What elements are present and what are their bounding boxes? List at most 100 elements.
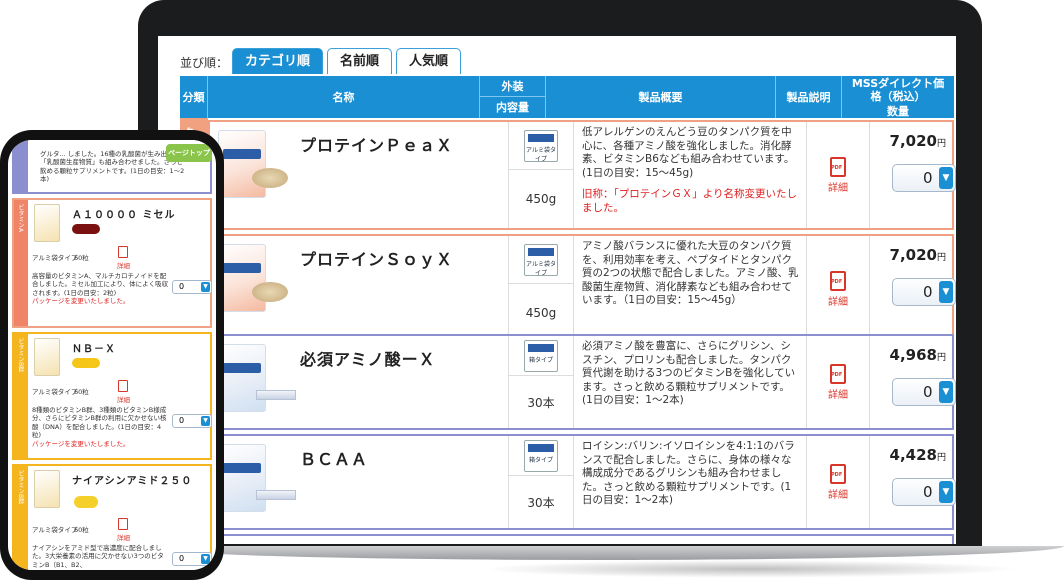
header-price: MSSダイレクト価格（税込） 数量 xyxy=(842,76,954,118)
phone-product-description: 高容量のビタミンA、マルチカロチノイドを配合しました。ミセル加工により、体によく… xyxy=(32,272,169,306)
product-name[interactable]: プロテインＰｅａＸ xyxy=(300,132,453,156)
phone-product-item: ビタミンB群 ＮＢ－Ｘ アルミ袋タイプ 60粒 詳細 8種類のビタミンB群、3種… xyxy=(12,332,212,460)
chevron-down-icon: ▼ xyxy=(201,282,210,292)
quantity-value: 0 xyxy=(923,283,933,301)
chevron-down-icon: ▼ xyxy=(939,281,953,303)
phone-product-name[interactable]: ナイアシンアミド２５０ xyxy=(72,472,192,487)
content-amount: 30本 xyxy=(527,495,555,510)
detail-label: 詳細 xyxy=(828,389,848,401)
pdf-icon[interactable] xyxy=(118,518,128,530)
table-header: 分類 名称 外装 内容量 製品概要 製品説明 MSSダイレクト価格（税込） 数量 xyxy=(180,76,954,118)
phone-package-type: アルミ袋タイプ xyxy=(32,254,78,262)
detail-label: 詳細 xyxy=(828,296,848,308)
product-box-image xyxy=(218,344,266,412)
detail-link[interactable]: 詳細 xyxy=(806,236,870,342)
phone-content-amount: 60粒 xyxy=(74,254,89,262)
quantity-select[interactable]: 0 ▼ xyxy=(892,378,956,406)
product-price: 7,020円 xyxy=(889,246,946,264)
box-icon: 箱タイプ xyxy=(524,439,558,472)
capsule-image xyxy=(72,224,100,234)
product-price: 4,428円 xyxy=(889,446,946,464)
aluminum-bag-icon: アルミ袋タイプ xyxy=(524,129,558,163)
header-quantity-label: 数量 xyxy=(887,104,909,118)
pdf-icon[interactable] xyxy=(118,246,128,258)
pdf-icon xyxy=(830,463,846,484)
phone-package-type: アルミ袋タイプ xyxy=(32,388,78,396)
phone-detail-label[interactable]: 詳細 xyxy=(117,532,130,542)
product-bag-image xyxy=(218,244,266,312)
phone-product-name[interactable]: ＮＢ－Ｘ xyxy=(72,340,116,355)
product-name[interactable]: プロテインＳｏｙＸ xyxy=(300,246,453,270)
overview-note: 旧称：「プロテインＧＸ」より名称変更いたしました。 xyxy=(582,188,798,214)
phone-product-description: 8種類のビタミンB群、3種類のビタミンB様成分、さらにビタミンB群の利用に欠かせ… xyxy=(32,406,167,448)
content-amount: 450g xyxy=(525,192,557,206)
pdf-icon[interactable] xyxy=(118,380,128,392)
overview-text: 必須アミノ酸を豊富に、さらにグリシン、シスチン、プロリンも配合しました。タンパク… xyxy=(582,340,796,406)
package-cell: アルミ袋タイプ 450g xyxy=(508,122,574,228)
phone-product-image xyxy=(34,338,60,376)
phone-detail-label[interactable]: 詳細 xyxy=(117,394,130,404)
detail-link[interactable]: 詳細 xyxy=(806,122,870,228)
phone-quantity-select[interactable]: 0 ▼ xyxy=(172,280,212,294)
product-row: プロテインＰｅａＸ アルミ袋タイプ 450g 低アレルゲンのえんどう豆のタンパク… xyxy=(208,120,956,230)
product-name[interactable]: 必須アミノ酸ーＸ xyxy=(300,346,436,370)
phone-content-amount: 60粒 xyxy=(74,388,89,396)
product-row: ＢＣＡＡ 箱タイプ 30本 ロイシン:バリン:イソロイシンを4:1:1のバランス… xyxy=(208,434,956,530)
quantity-select[interactable]: 0 ▼ xyxy=(892,478,956,506)
chevron-down-icon: ▼ xyxy=(201,416,210,426)
product-price: 7,020円 xyxy=(889,132,946,150)
quantity-value: 0 xyxy=(923,383,933,401)
tab-category-order[interactable]: カテゴリ順 xyxy=(232,48,324,74)
page-top-button[interactable]: ページトップ xyxy=(166,144,212,162)
detail-link[interactable]: 詳細 xyxy=(806,336,870,428)
laptop-lid: 並び順： カテゴリ順 名前順 人気順 分類 名称 外装 内容量 製品概要 製品説… xyxy=(138,0,982,548)
quantity-select[interactable]: 0 ▼ xyxy=(892,278,956,306)
phone-product-description: ナイアシンをアミド型で高濃度に配合しました。3大栄養素の活用に欠かせない3つのビ… xyxy=(32,544,164,569)
product-overview: アミノ酸バランスに優れた大豆のタンパク質を、利用効率を考え、ペプタイドとタンパク… xyxy=(582,240,800,308)
phone-category-side: ビタミンB群 xyxy=(14,466,28,570)
product-name[interactable]: ＢＣＡＡ xyxy=(300,446,368,470)
capsule-image xyxy=(72,358,100,368)
product-row: プロテインＳｏｙＸ アルミ袋タイプ 450g アミノ酸バランスに優れた大豆のタン… xyxy=(208,234,956,344)
phone-quantity-select[interactable]: 0 ▼ xyxy=(172,552,212,566)
phone-product-item: ビタミンB群 ナイアシンアミド２５０ アルミ袋タイプ 60粒 詳細 ナイアシンを… xyxy=(12,464,212,570)
package-cell: 箱タイプ 30本 xyxy=(508,436,574,528)
phone-screen: グルタ... しました。16種の乳酸菌が生み出した「乳酸菌生産物質」も組み合わせ… xyxy=(8,140,216,570)
detail-link[interactable]: 詳細 xyxy=(806,436,870,528)
aluminum-bag-icon: アルミ袋タイプ xyxy=(524,243,558,277)
phone-category-side: ビタミンB群 xyxy=(14,334,28,458)
quantity-value: 0 xyxy=(923,483,933,501)
phone-product-item: ビタミンA Ａ１００００ ミセル アルミ袋タイプ 60粒 詳細 高容量のビタミン… xyxy=(12,198,212,328)
tab-popularity-order[interactable]: 人気順 xyxy=(396,48,462,74)
phone-category-side: ビタミンA xyxy=(14,200,28,326)
phone-device: グルタ... しました。16種の乳酸菌が生み出した「乳酸菌生産物質」も組み合わせ… xyxy=(0,130,224,580)
chevron-down-icon: ▼ xyxy=(939,381,953,403)
phone-product-name[interactable]: Ａ１００００ ミセル xyxy=(72,206,175,221)
header-name: 名称 xyxy=(208,76,480,118)
pdf-icon xyxy=(830,363,846,384)
quantity-select[interactable]: 0 ▼ xyxy=(892,164,956,192)
pdf-icon xyxy=(830,156,846,177)
product-overview: 必須アミノ酸を豊富に、さらにグリシン、シスチン、プロリンも配合しました。タンパク… xyxy=(582,340,800,408)
product-overview: ロイシン:バリン:イソロイシンを4:1:1のバランスで配合しました。さらに、身体… xyxy=(582,440,800,508)
overview-text: 低アレルゲンのえんどう豆のタンパク質を中心に、各種アミノ酸を強化しました。消化酵… xyxy=(582,126,795,179)
laptop-device: 並び順： カテゴリ順 名前順 人気順 分類 名称 外装 内容量 製品概要 製品説… xyxy=(132,0,1064,560)
header-category: 分類 xyxy=(180,76,208,118)
phone-quantity-select[interactable]: 0 ▼ xyxy=(172,414,212,428)
product-price: 4,968円 xyxy=(889,346,946,364)
stick-pack-image xyxy=(256,490,296,500)
product-overview: 低アレルゲンのえんどう豆のタンパク質を中心に、各種アミノ酸を強化しました。消化酵… xyxy=(582,126,800,215)
phone-detail-label[interactable]: 詳細 xyxy=(117,260,130,270)
product-row: 必須アミノ酸ーＸ 箱タイプ 30本 必須アミノ酸を豊富に、さらにグリシン、シスチ… xyxy=(208,334,956,430)
detail-label: 詳細 xyxy=(828,182,848,194)
tab-name-order[interactable]: 名前順 xyxy=(327,48,393,74)
product-box-image xyxy=(218,444,266,512)
tablet-image xyxy=(74,496,98,508)
chevron-down-icon: ▼ xyxy=(939,481,953,503)
header-description: 製品説明 xyxy=(776,76,842,118)
overview-text: アミノ酸バランスに優れた大豆のタンパク質を、利用効率を考え、ペプタイドとタンパク… xyxy=(582,240,799,306)
laptop-screen: 並び順： カテゴリ順 名前順 人気順 分類 名称 外装 内容量 製品概要 製品説… xyxy=(158,36,956,544)
header-package-label: 外装 xyxy=(480,76,545,97)
powder-image xyxy=(252,168,288,188)
sort-bar: 並び順： カテゴリ順 名前順 人気順 xyxy=(180,48,465,74)
